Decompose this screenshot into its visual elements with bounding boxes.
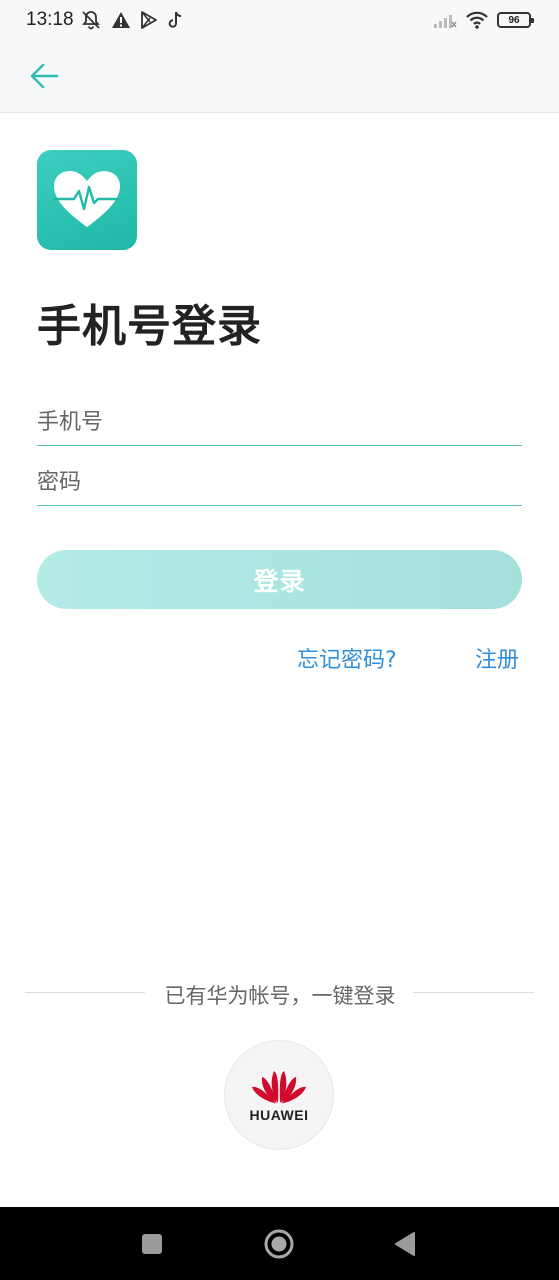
tiktok-icon [168,11,182,28]
arrow-left-icon [30,63,59,89]
home-button[interactable] [257,1207,301,1280]
status-time: 13:18 [26,9,74,30]
back-button[interactable] [26,58,62,94]
forgot-password-link[interactable]: 忘记密码? [297,642,397,674]
phone-input[interactable] [37,396,522,445]
divider-left [25,992,145,993]
status-icons-right: 96 [433,9,534,31]
huawei-logo-icon [252,1071,306,1104]
signal-icon [434,15,457,28]
wifi-icon [466,11,488,29]
page-title: 手机号登录 [37,301,262,352]
notifications-off-icon [82,11,100,30]
header [0,40,559,113]
phone-field [37,396,522,446]
password-field [37,456,522,506]
divider-right [413,992,534,993]
system-back-button[interactable] [383,1207,427,1280]
password-input[interactable] [37,456,522,505]
battery-icon: 96 [497,12,534,28]
status-bar: 13:18 96 [0,0,559,40]
huawei-login-button[interactable]: HUAWEI [224,1040,334,1150]
navigation-bar [0,1207,559,1280]
square-recent-icon [142,1233,162,1254]
huawei-login-hint: 已有华为帐号，一键登录 [164,984,396,1008]
battery-level: 96 [508,14,520,26]
circle-home-icon [264,1229,294,1258]
warning-icon [112,12,130,28]
status-icons-left [80,9,183,31]
login-button[interactable]: 登录 [37,550,522,609]
triangle-back-icon [395,1231,415,1256]
heart-pulse-icon [52,171,122,227]
play-store-icon [141,11,157,29]
huawei-label: HUAWEI [249,1107,309,1123]
recent-apps-button[interactable] [130,1207,174,1280]
register-link[interactable]: 注册 [475,642,519,674]
app-logo [37,150,137,250]
